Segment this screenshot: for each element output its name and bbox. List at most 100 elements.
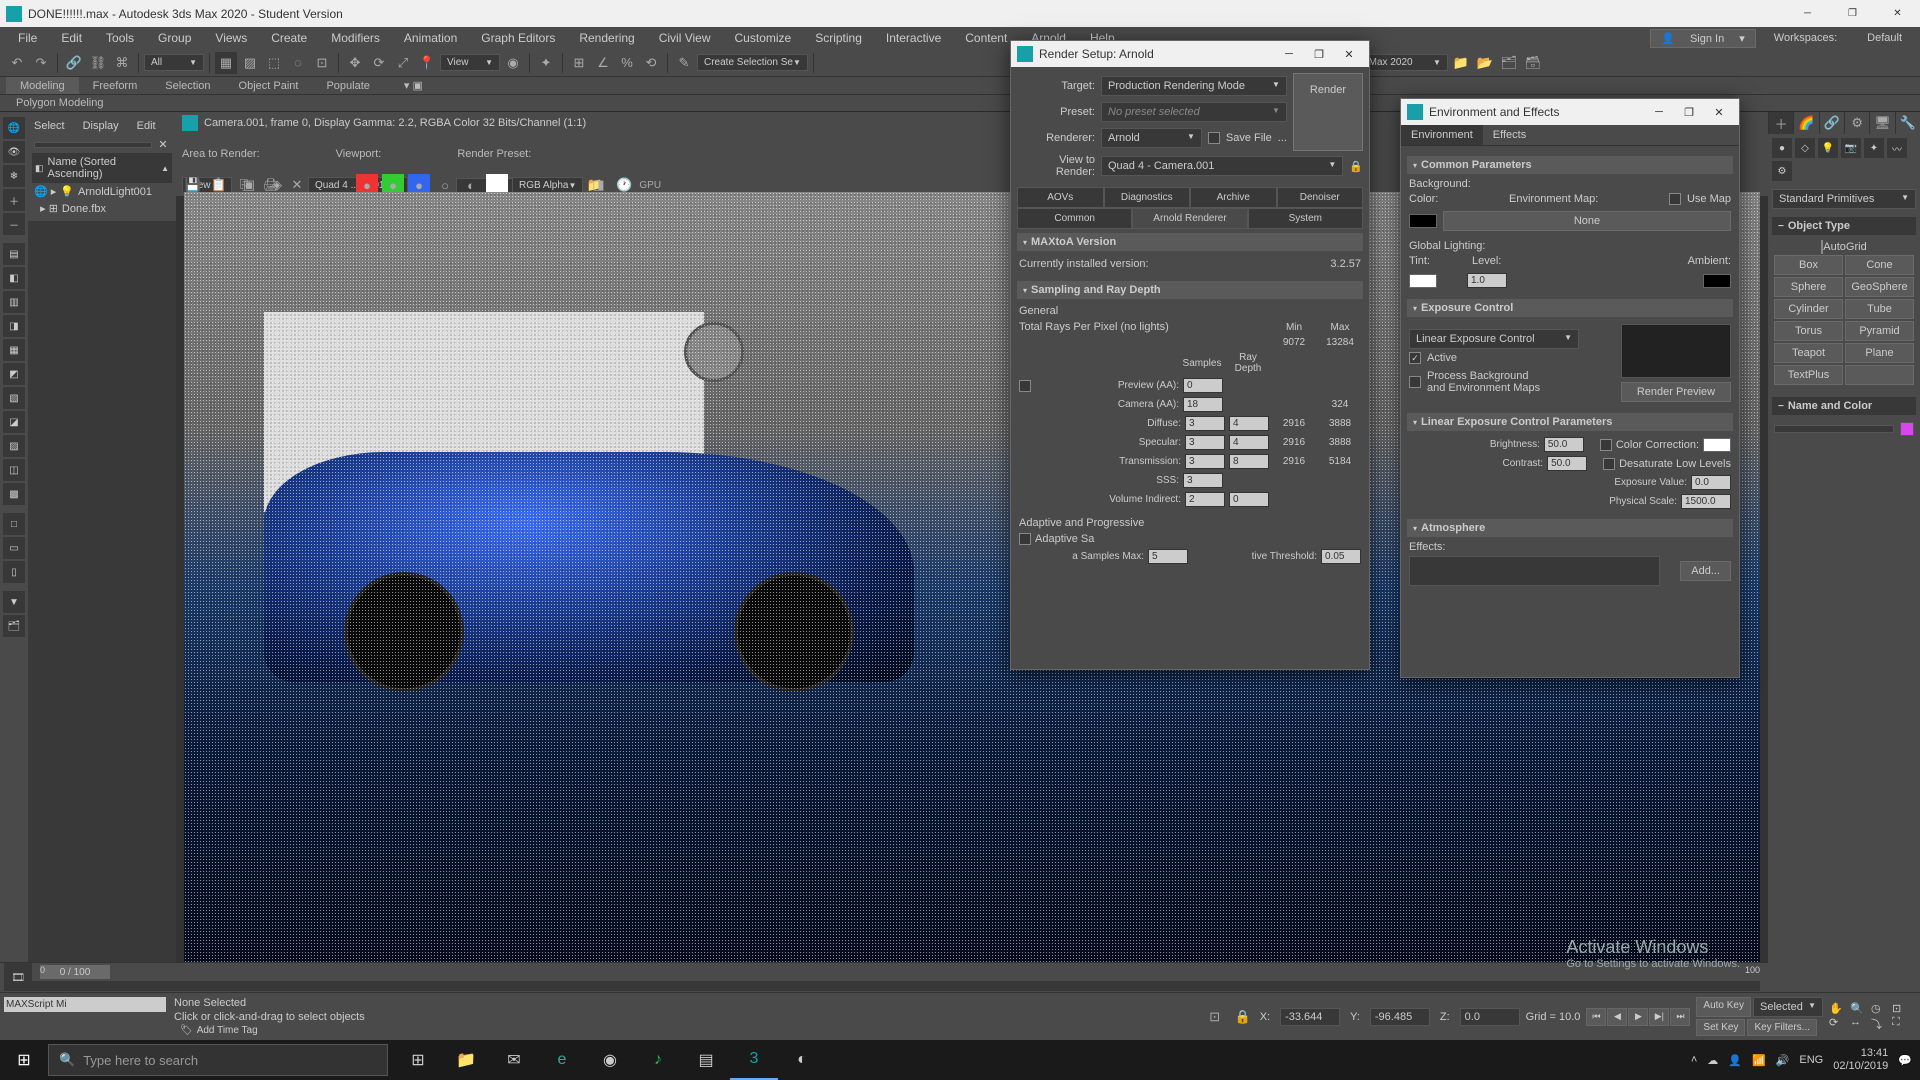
ribbon-selection[interactable]: Selection (151, 77, 224, 94)
polygon-modeling-section[interactable]: Polygon Modeling (6, 95, 113, 111)
maxtoa-rollout[interactable]: MAXtoA Version (1017, 233, 1363, 251)
tray-wifi-icon[interactable]: 📶 (1752, 1054, 1766, 1067)
sss-spinner[interactable]: 3 (1183, 473, 1223, 488)
geom-icon[interactable]: ● (1772, 138, 1792, 158)
layer-icon[interactable]: 🗂 (3, 615, 25, 637)
tray-onedrive-icon[interactable]: ☁ (1707, 1054, 1718, 1067)
contrast-spinner[interactable]: 50.0 (1547, 456, 1587, 471)
scale-icon[interactable]: ⤢ (392, 52, 414, 74)
usemap-check[interactable] (1669, 193, 1681, 205)
maximize-button[interactable]: ❐ (1830, 0, 1875, 27)
explorer-icon[interactable]: 📁 (442, 1040, 490, 1080)
y-coord[interactable]: -96.485 (1370, 1008, 1430, 1026)
tool12-icon[interactable]: □ (3, 513, 25, 535)
menu-grapheditors[interactable]: Graph Editors (469, 31, 567, 45)
obj-pyramid[interactable]: Pyramid (1845, 321, 1914, 341)
env-tab-environment[interactable]: Environment (1401, 125, 1483, 145)
addtag-button[interactable]: Add Time Tag (197, 1025, 258, 1036)
tool10-icon[interactable]: ◫ (3, 459, 25, 481)
tray-lang-icon[interactable]: ENG (1799, 1054, 1823, 1066)
frame-slider[interactable]: 0 / 100 (40, 965, 110, 979)
tray-people-icon[interactable]: 👤 (1728, 1054, 1742, 1067)
menu-file[interactable]: File (6, 31, 49, 45)
diffuse-s-spinner[interactable]: 3 (1185, 416, 1225, 431)
env-close-button[interactable]: ✕ (1705, 106, 1733, 119)
ribbon-objpaint[interactable]: Object Paint (225, 77, 313, 94)
world-icon[interactable]: 🌐 (3, 117, 25, 139)
atmo-rollout[interactable]: Atmosphere (1407, 519, 1733, 537)
lock-view-icon[interactable]: 🔒 (1349, 160, 1363, 173)
dlg-max-button[interactable]: ❐ (1305, 48, 1333, 61)
category-dropdown[interactable]: Standard Primitives▼ (1772, 189, 1916, 209)
next-frame-icon[interactable]: ▶| (1649, 1008, 1669, 1026)
x-coord[interactable]: -33.644 (1280, 1008, 1340, 1026)
redo-icon[interactable]: ↷ (30, 52, 52, 74)
menu-views[interactable]: Views (203, 31, 259, 45)
timeline[interactable]: 🎞 0 / 100 0 100 Default (0, 962, 1768, 992)
env-tab-effects[interactable]: Effects (1483, 125, 1536, 145)
tint-swatch[interactable] (1409, 274, 1437, 288)
system-icon[interactable]: ⚙ (1772, 161, 1792, 181)
selset-dropdown[interactable]: Create Selection Se▼ (697, 54, 808, 71)
renderer-dropdown[interactable]: Arnold▼ (1101, 128, 1202, 148)
select-window-icon[interactable]: ▦ (215, 52, 237, 74)
autokey-button[interactable]: Auto Key (1696, 997, 1751, 1017)
filter-arrow-icon[interactable]: ▼ (3, 591, 25, 613)
edge-icon[interactable]: e (538, 1040, 586, 1080)
menu-group[interactable]: Group (146, 31, 203, 45)
manip-icon[interactable]: ✦ (535, 52, 557, 74)
ribbon-populate[interactable]: Populate (312, 77, 383, 94)
bind-icon[interactable]: ⌘ (111, 52, 133, 74)
create-tab-icon[interactable]: ＋ (1768, 112, 1793, 134)
obj-tube[interactable]: Tube (1845, 299, 1914, 319)
unlink-icon[interactable]: ⛓ (87, 52, 109, 74)
volind-s-spinner[interactable]: 2 (1185, 492, 1225, 507)
menu-scripting[interactable]: Scripting (803, 31, 874, 45)
se-select[interactable]: Select (34, 120, 65, 132)
tool2-icon[interactable]: ◧ (3, 267, 25, 289)
tool14-icon[interactable]: ▯ (3, 561, 25, 583)
mail-icon[interactable]: ✉ (490, 1040, 538, 1080)
move-icon[interactable]: ✥ (344, 52, 366, 74)
specular-r-spinner[interactable]: 4 (1229, 435, 1269, 450)
setkey-button[interactable]: Set Key (1696, 1019, 1745, 1036)
tab-arnold[interactable]: Arnold Renderer (1132, 208, 1247, 229)
procbg-check[interactable] (1409, 376, 1421, 388)
athresh-spinner[interactable]: 0.05 (1321, 549, 1361, 564)
sampling-rollout[interactable]: Sampling and Ray Depth (1017, 281, 1363, 299)
obj-torus[interactable]: Torus (1774, 321, 1843, 341)
goto-end-icon[interactable]: ⏭ (1670, 1008, 1690, 1026)
utility-tab-icon[interactable]: 🔧 (1895, 112, 1920, 134)
zoom-icon[interactable]: 🔍 (1850, 1002, 1870, 1015)
isolate-icon[interactable]: ⊡ (1204, 1006, 1226, 1028)
spinner-snap-icon[interactable]: ⟲ (640, 52, 662, 74)
brightness-spinner[interactable]: 50.0 (1544, 437, 1584, 452)
display-tab-icon[interactable]: 🖥 (1869, 112, 1894, 134)
tool8-icon[interactable]: ◪ (3, 411, 25, 433)
obj-box[interactable]: Box (1774, 255, 1843, 275)
desat-check[interactable] (1603, 458, 1615, 470)
prev-frame-icon[interactable]: ◀ (1607, 1008, 1627, 1026)
modify-tab-icon[interactable]: 🌈 (1793, 112, 1818, 134)
link-icon[interactable]: 🔗 (63, 52, 85, 74)
color-swatch[interactable] (1900, 422, 1914, 436)
diffuse-r-spinner[interactable]: 4 (1229, 416, 1269, 431)
trans-r-spinner[interactable]: 8 (1229, 454, 1269, 469)
lock-sel-icon[interactable]: 🔒 (1232, 1006, 1254, 1028)
obj-cone[interactable]: Cone (1845, 255, 1914, 275)
rotate-icon[interactable]: ⟳ (368, 52, 390, 74)
menu-animation[interactable]: Animation (392, 31, 469, 45)
select-paint-icon[interactable]: ⊡ (311, 52, 333, 74)
taskbar-search[interactable]: 🔍 Type here to search (48, 1044, 388, 1076)
play-icon[interactable]: ▶ (1628, 1008, 1648, 1026)
obj-teapot[interactable]: Teapot (1774, 343, 1843, 363)
addtag-icon[interactable]: 🏷 (180, 1025, 193, 1036)
tray-clock[interactable]: 13:41 02/10/2019 (1833, 1047, 1888, 1073)
colorcorr-check[interactable] (1600, 439, 1612, 451)
ribbon-expand-icon[interactable]: ▾ ▣ (390, 77, 437, 94)
render-button[interactable]: Render (1293, 73, 1363, 151)
asamples-spinner[interactable]: 5 (1148, 549, 1188, 564)
maxscript-mini[interactable]: MAXScript Mi (4, 997, 166, 1012)
exposure-dropdown[interactable]: Linear Exposure Control▼ (1409, 329, 1579, 349)
exposure-rollout[interactable]: Exposure Control (1407, 299, 1733, 317)
